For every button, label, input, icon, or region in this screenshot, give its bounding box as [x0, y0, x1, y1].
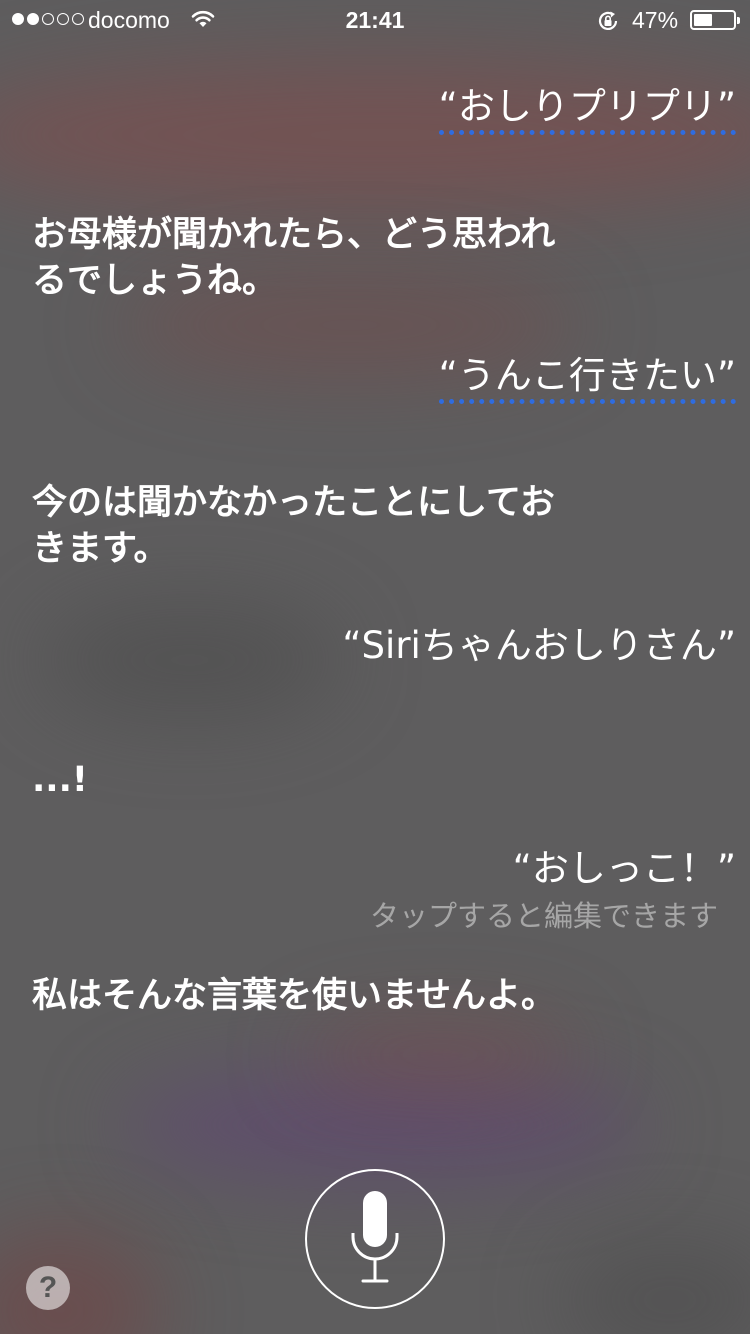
- edit-hint[interactable]: タップすると編集できます: [370, 893, 718, 935]
- siri-response: ...!: [32, 760, 88, 800]
- user-utterance[interactable]: “おしっこ！”: [513, 838, 736, 892]
- conversation: “おしりプリプリ” お母様が聞かれたら、どう思われるでしょうね。 “うんこ行きた…: [0, 0, 750, 1334]
- status-bar: docomo 21:41 47%: [0, 0, 750, 40]
- siri-response: 今のは聞かなかったことにしておきます。: [32, 483, 555, 569]
- help-button[interactable]: ?: [26, 1266, 70, 1310]
- rotation-lock-icon: [598, 11, 618, 30]
- user-utterance[interactable]: “うんこ行きたい”: [438, 345, 736, 404]
- battery-icon: [690, 10, 740, 30]
- user-utterance[interactable]: “おしりプリプリ”: [438, 76, 736, 135]
- siri-response: お母様が聞かれたら、どう思われるでしょうね。: [32, 215, 556, 301]
- siri-response: 私はそんな言葉を使いませんよ。: [32, 976, 556, 1016]
- microphone-icon: [351, 1191, 399, 1283]
- microphone-button[interactable]: [305, 1169, 445, 1309]
- battery-percentage: 47%: [632, 7, 679, 33]
- user-utterance[interactable]: “Siriちゃんおしりさん”: [342, 615, 736, 669]
